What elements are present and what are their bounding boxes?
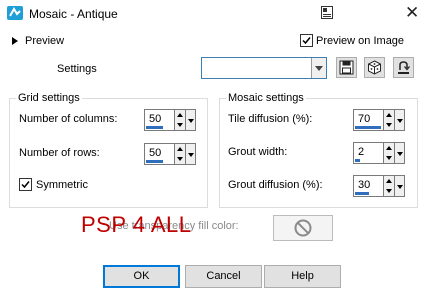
columns-spinner[interactable]: 50 bbox=[144, 109, 208, 131]
arrow-down-icon[interactable] bbox=[386, 156, 392, 160]
grout-diffusion-label: Grout diffusion (%): bbox=[228, 179, 323, 191]
rows-slider-bar[interactable] bbox=[146, 160, 163, 163]
cancel-button[interactable]: Cancel bbox=[185, 265, 262, 288]
grid-settings-title: Grid settings bbox=[16, 92, 82, 104]
tile-diffusion-slider-bar[interactable] bbox=[355, 126, 381, 129]
arrow-down-icon[interactable] bbox=[386, 189, 392, 193]
arrow-down-icon[interactable] bbox=[386, 123, 392, 127]
grout-diffusion-slider-dropdown[interactable] bbox=[395, 175, 405, 197]
rows-spinner[interactable]: 50 bbox=[144, 143, 208, 165]
grout-width-label: Grout width: bbox=[228, 146, 288, 158]
expand-preview-icon[interactable] bbox=[12, 37, 18, 45]
columns-updown[interactable] bbox=[175, 109, 186, 131]
grout-width-slider-dropdown[interactable] bbox=[395, 142, 405, 164]
arrow-up-icon[interactable] bbox=[386, 113, 392, 117]
grout-width-spinner[interactable]: 2 bbox=[353, 142, 417, 164]
grout-diffusion-slider-bar[interactable] bbox=[355, 192, 369, 195]
close-button[interactable]: ✕ bbox=[405, 3, 419, 23]
preview-on-image-label[interactable]: Preview on Image bbox=[316, 35, 404, 47]
window-title: Mosaic - Antique bbox=[29, 7, 118, 21]
settings-label: Settings bbox=[57, 63, 97, 75]
reset-button[interactable] bbox=[393, 57, 414, 78]
no-symbol-icon bbox=[294, 219, 312, 237]
transparency-color-swatch[interactable] bbox=[273, 215, 333, 241]
window-menu-icon[interactable] bbox=[321, 6, 333, 19]
psp-app-icon bbox=[7, 6, 23, 20]
tile-diffusion-spinner[interactable]: 70 bbox=[353, 109, 417, 131]
help-button[interactable]: Help bbox=[264, 265, 341, 288]
settings-preset-dropdown[interactable] bbox=[201, 57, 327, 79]
tile-diffusion-label: Tile diffusion (%): bbox=[228, 113, 313, 125]
arrow-down-icon[interactable] bbox=[177, 157, 183, 161]
grout-width-updown[interactable] bbox=[384, 142, 395, 164]
rows-updown[interactable] bbox=[175, 143, 186, 165]
grout-diffusion-updown[interactable] bbox=[384, 175, 395, 197]
save-preset-icon bbox=[339, 60, 354, 75]
tile-diffusion-updown[interactable] bbox=[384, 109, 395, 131]
symmetric-checkbox[interactable] bbox=[19, 178, 32, 191]
mosaic-settings-title: Mosaic settings bbox=[226, 92, 306, 104]
grout-diffusion-spinner[interactable]: 30 bbox=[353, 175, 417, 197]
symmetric-label[interactable]: Symmetric bbox=[36, 179, 88, 191]
arrow-up-icon[interactable] bbox=[177, 113, 183, 117]
arrow-up-icon[interactable] bbox=[177, 147, 183, 151]
arrow-up-icon[interactable] bbox=[386, 179, 392, 183]
watermark: PSP 4 ALL bbox=[81, 212, 192, 237]
arrow-up-icon[interactable] bbox=[386, 146, 392, 150]
reset-icon bbox=[398, 61, 410, 74]
chevron-down-icon[interactable] bbox=[311, 58, 326, 78]
randomize-icon bbox=[368, 60, 381, 75]
rows-label: Number of rows: bbox=[19, 147, 100, 159]
columns-slider-dropdown[interactable] bbox=[186, 109, 196, 131]
ok-button[interactable]: OK bbox=[103, 265, 180, 288]
rows-slider-dropdown[interactable] bbox=[186, 143, 196, 165]
columns-slider-bar[interactable] bbox=[146, 126, 163, 129]
preview-on-image-checkbox[interactable] bbox=[300, 34, 313, 47]
preview-toggle-label[interactable]: Preview bbox=[25, 35, 64, 47]
grout-width-slider-bar[interactable] bbox=[355, 159, 360, 162]
randomize-button[interactable] bbox=[364, 57, 385, 78]
tile-diffusion-slider-dropdown[interactable] bbox=[395, 109, 405, 131]
save-preset-button[interactable] bbox=[336, 57, 357, 78]
columns-label: Number of columns: bbox=[19, 113, 118, 125]
arrow-down-icon[interactable] bbox=[177, 123, 183, 127]
